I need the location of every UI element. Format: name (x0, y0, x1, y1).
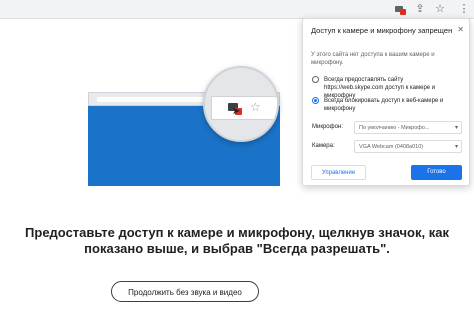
chevron-down-icon: ▾ (454, 125, 458, 131)
star-icon[interactable]: ☆ (433, 2, 447, 16)
manage-button[interactable]: Управление (311, 165, 366, 180)
popup-note: У этого сайта нет доступа к вашим камере… (311, 52, 435, 66)
chevron-down-icon: ▾ (454, 144, 458, 150)
done-button[interactable]: Готово (411, 165, 462, 180)
zoom-magnifier: ☆ (203, 66, 279, 142)
permission-popup: Доступ к камере и микрофону запрещен ✕ У… (302, 18, 470, 186)
popup-title: Доступ к камере и микрофону запрещен (311, 26, 453, 35)
close-icon[interactable]: ✕ (457, 25, 464, 34)
microphone-label: Микрофон: (312, 124, 343, 130)
radio-block[interactable] (312, 97, 319, 104)
continue-without-av-button[interactable]: Продолжить без звука и видео (111, 281, 259, 302)
camera-select[interactable]: VGA Webcam (0408a010) ▾ (354, 140, 462, 153)
option-block-label[interactable]: Всегда блокировать доступ к веб-камере и… (324, 97, 464, 113)
instruction-headline: Предоставьте доступ к камере и микрофону… (25, 225, 449, 256)
browser-toolbar: ⇪ ☆ ⋮ (0, 0, 474, 19)
share-icon[interactable]: ⇪ (413, 2, 427, 16)
radio-allow[interactable] (312, 76, 319, 83)
microphone-select[interactable]: По умолчанию - Микрофо... ▾ (354, 121, 462, 134)
camera-select-value: VGA Webcam (0408a010) (359, 144, 424, 150)
camera-blocked-icon[interactable] (393, 2, 407, 16)
cursor-icon: ➤ (232, 106, 241, 117)
menu-icon[interactable]: ⋮ (457, 2, 471, 16)
star-icon: ☆ (250, 100, 261, 114)
camera-label: Камера: (312, 143, 335, 149)
microphone-select-value: По умолчанию - Микрофо... (359, 125, 430, 131)
